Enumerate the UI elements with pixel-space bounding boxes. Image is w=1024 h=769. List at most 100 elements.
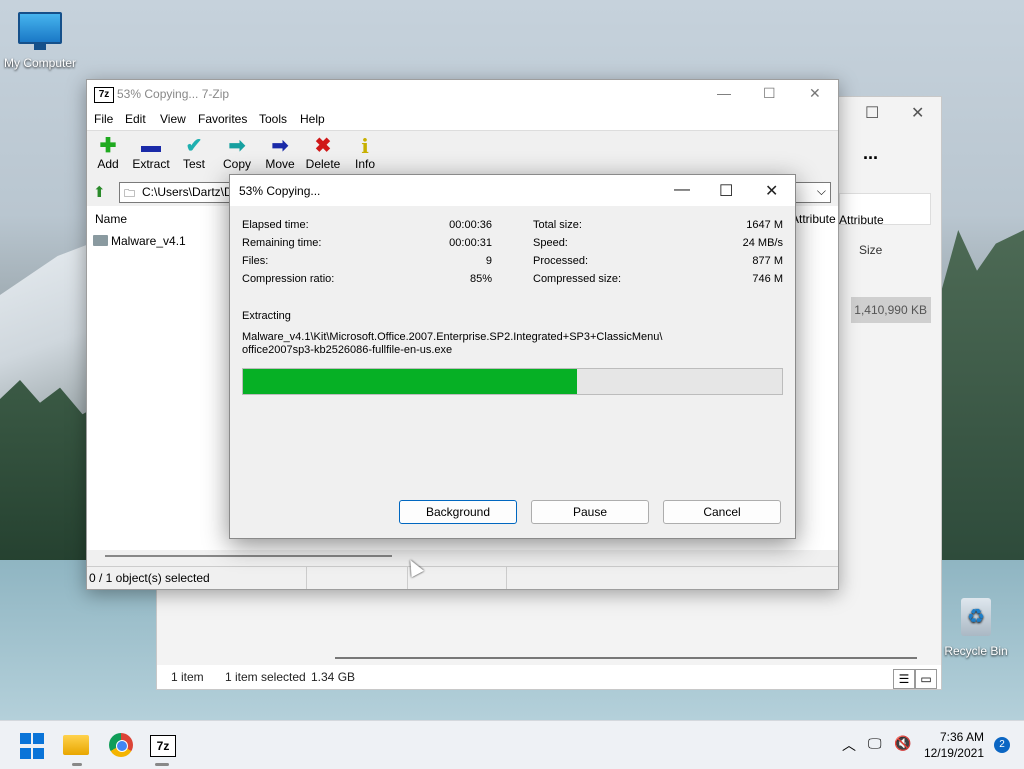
column-header-name[interactable]: Name — [95, 212, 127, 226]
move-arrow-icon: ➡ — [271, 135, 289, 157]
tiles-view-icon[interactable]: ▭ — [915, 669, 937, 689]
move-button[interactable]: ➡ Move — [260, 135, 300, 171]
background-button[interactable]: Background — [399, 500, 517, 524]
delete-label: Delete — [305, 157, 341, 171]
test-button[interactable]: ✔ Test — [174, 135, 214, 171]
menu-view[interactable]: View — [160, 112, 186, 126]
desktop-icon-label: Recycle Bin — [944, 644, 1008, 658]
stat-value-elapsed: 00:00:36 — [449, 219, 492, 231]
minus-icon: ▬ — [141, 135, 161, 157]
windows-logo-icon — [20, 733, 31, 744]
stat-label-processed: Processed: — [533, 255, 589, 267]
title-bar[interactable]: 7z 53% Copying... 7-Zip — ☐ ✕ — [87, 80, 838, 108]
network-icon[interactable]: 🖵 — [868, 735, 882, 752]
check-icon: ✔ — [185, 135, 203, 157]
stat-value-total-size: 1647 M — [746, 219, 783, 231]
extract-label: Extract — [132, 157, 170, 171]
stat-value-ratio: 85% — [469, 273, 492, 285]
menu-edit[interactable]: Edit — [125, 112, 146, 126]
chevron-up-icon[interactable]: ︿ — [842, 735, 856, 755]
test-label: Test — [182, 157, 205, 171]
minimize-icon[interactable]: — — [717, 85, 731, 101]
desktop-icon-my-computer[interactable]: My Computer — [0, 12, 80, 70]
menu-file[interactable]: File — [94, 112, 113, 126]
more-options-button[interactable]: ... — [863, 143, 878, 164]
file-size-cell[interactable]: 1,410,990 KB — [851, 297, 931, 323]
menu-favorites[interactable]: Favorites — [198, 112, 247, 126]
add-label: Add — [97, 157, 119, 171]
status-item-count: 1 item — [171, 670, 204, 684]
address-path: C:\Users\Dartz\D — [142, 185, 233, 199]
extract-button[interactable]: ▬ Extract — [131, 135, 171, 171]
status-selected: 1 item selected — [225, 670, 306, 684]
cancel-button[interactable]: Cancel — [663, 500, 781, 524]
horizontal-scrollbar[interactable] — [335, 657, 917, 659]
progress-dialog[interactable]: 53% Copying... — ☐ ✕ Elapsed time: 00:00… — [229, 174, 796, 539]
maximize-icon[interactable]: ☐ — [865, 103, 879, 123]
minimize-icon[interactable]: — — [674, 181, 690, 199]
desktop-icon-label: My Computer — [3, 56, 77, 70]
status-bar: 1 item 1 item selected 1.34 GB — [157, 665, 941, 689]
copy-button[interactable]: ➡ Copy — [217, 135, 257, 171]
list-item[interactable]: Malware_v4.1 — [93, 234, 186, 248]
start-button[interactable] — [18, 731, 50, 763]
stat-value-remaining: 00:00:31 — [449, 237, 492, 249]
path-line-1: Malware_v4.1\Kit\Microsoft.Office.2007.E… — [242, 331, 663, 343]
file-explorer-taskbar-button[interactable] — [63, 731, 91, 759]
clock[interactable]: 7:36 AM 12/19/2021 — [924, 729, 984, 761]
stat-label-remaining: Remaining time: — [242, 237, 322, 249]
toolbar: ✚ Add ▬ Extract ✔ Test ➡ Copy ➡ Move ✖ D… — [87, 130, 838, 179]
column-header-size[interactable]: Size — [859, 243, 882, 257]
window-title: 53% Copying... 7-Zip — [117, 87, 230, 101]
stat-value-files: 9 — [485, 255, 492, 267]
chevron-down-icon[interactable]: ⌵ — [817, 184, 826, 199]
horizontal-scrollbar[interactable] — [105, 555, 392, 557]
dialog-title: 53% Copying... — [239, 184, 321, 198]
stat-label-total-size: Total size: — [533, 219, 582, 231]
close-icon[interactable]: ✕ — [911, 103, 924, 123]
menu-bar: File Edit View Favorites Tools Help — [87, 108, 838, 130]
path-line-2: office2007sp3-kb2526086-fullfile-en-us.e… — [242, 344, 453, 356]
info-button[interactable]: i Info — [345, 135, 385, 171]
drive-icon: 🗀 — [124, 188, 135, 200]
notification-badge[interactable]: 2 — [994, 737, 1010, 753]
close-icon[interactable]: ✕ — [765, 181, 778, 201]
maximize-icon[interactable]: ☐ — [719, 181, 733, 201]
folder-icon — [93, 235, 108, 246]
speaker-muted-icon[interactable]: 🔇 — [894, 735, 911, 752]
add-button[interactable]: ✚ Add — [88, 135, 128, 171]
clock-time: 7:36 AM — [939, 730, 984, 744]
pause-button[interactable]: Pause — [531, 500, 649, 524]
desktop-icon-recycle-bin[interactable]: ♻ Recycle Bin — [940, 598, 1012, 658]
status-bar: 0 / 1 object(s) selected — [87, 566, 838, 589]
stat-label-ratio: Compression ratio: — [242, 273, 335, 285]
dialog-title-bar[interactable]: 53% Copying... — ☐ ✕ — [230, 175, 795, 206]
delete-button[interactable]: ✖ Delete — [303, 135, 343, 171]
menu-help[interactable]: Help — [300, 112, 325, 126]
menu-tools[interactable]: Tools — [259, 112, 287, 126]
7zip-icon: 7z — [150, 735, 176, 757]
7zip-app-icon: 7z — [94, 87, 114, 103]
details-view-icon[interactable]: ☰ — [893, 669, 915, 689]
operation-label: Extracting — [242, 310, 291, 322]
taskbar: 7z ︿ 🖵 🔇 7:36 AM 12/19/2021 2 — [0, 720, 1024, 769]
column-header-attributes[interactable]: Attribute — [791, 212, 836, 226]
stat-label-files: Files: — [242, 255, 269, 267]
copy-arrow-icon: ➡ — [228, 135, 246, 157]
maximize-icon[interactable]: ☐ — [763, 85, 776, 102]
column-header-attributes[interactable]: Attribute — [839, 213, 884, 227]
up-folder-icon[interactable]: ⬆ — [93, 183, 106, 201]
stat-label-speed: Speed: — [533, 237, 568, 249]
status-divider — [506, 567, 507, 589]
status-size: 1.34 GB — [311, 670, 356, 684]
stat-value-processed: 877 M — [752, 255, 783, 267]
info-icon: i — [361, 134, 369, 158]
status-divider — [306, 567, 307, 589]
stat-label-compressed: Compressed size: — [533, 273, 622, 285]
running-indicator — [72, 763, 82, 766]
chrome-taskbar-button[interactable] — [107, 731, 135, 759]
7zip-taskbar-button[interactable]: 7z — [150, 731, 178, 759]
delete-x-icon: ✖ — [314, 135, 332, 157]
stat-value-speed: 24 MB/s — [742, 237, 783, 249]
close-icon[interactable]: ✕ — [809, 85, 821, 102]
